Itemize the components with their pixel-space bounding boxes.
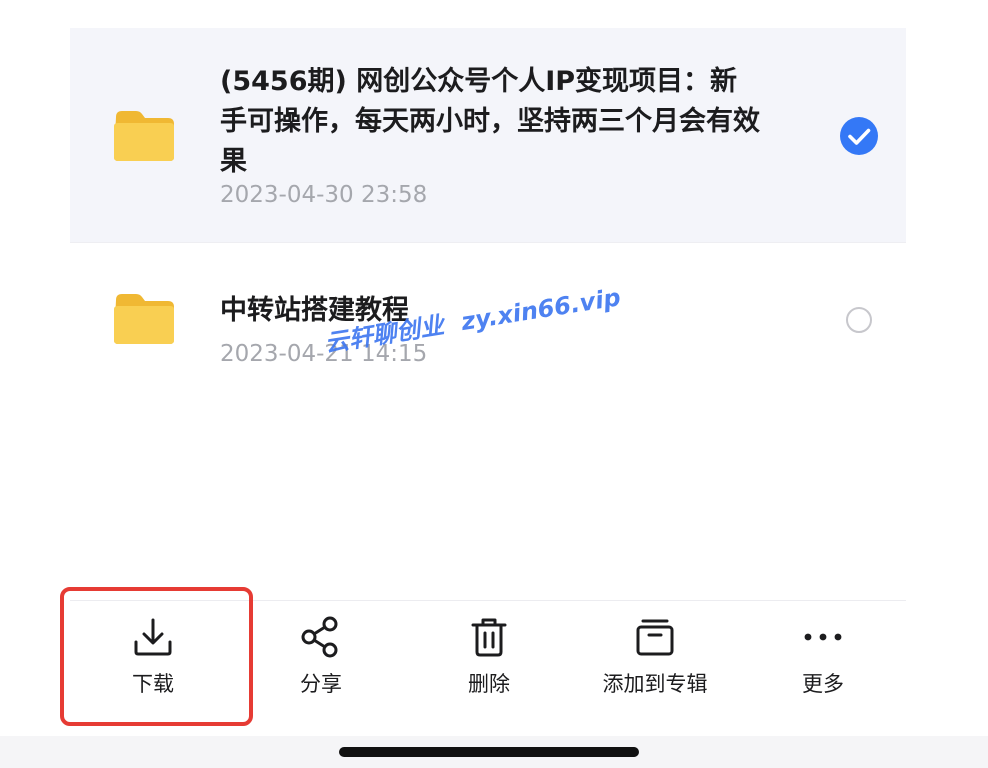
more-button[interactable]: 更多 (743, 601, 903, 721)
home-indicator[interactable] (339, 747, 639, 757)
download-label: 下载 (132, 672, 174, 696)
file-date: 2023-04-21 14:15 (220, 341, 428, 367)
file-list: (5456期) 网创公众号个人IP变现项目：新手可操作，每天两小时，坚持两三个月… (70, 28, 906, 373)
file-item[interactable]: 中转站搭建教程 2023-04-21 14:15 (70, 243, 906, 373)
screen: (5456期) 网创公众号个人IP变现项目：新手可操作，每天两小时，坚持两三个月… (0, 0, 988, 768)
bottom-toolbar: 下载 分享 删除 添加到专辑 更多 (70, 601, 906, 731)
album-icon (636, 619, 674, 656)
folder-icon (114, 294, 174, 344)
download-button[interactable]: 下载 (73, 601, 233, 721)
share-icon (301, 616, 338, 658)
add-to-album-label: 添加到专辑 (602, 672, 708, 696)
file-title: 中转站搭建教程 (220, 295, 409, 326)
empty-circle-icon[interactable] (845, 306, 873, 334)
share-button[interactable]: 分享 (241, 601, 401, 721)
trash-icon (471, 618, 507, 657)
delete-label: 删除 (468, 672, 510, 696)
checkmark-circle-icon[interactable] (839, 116, 879, 156)
file-item-selected[interactable]: (5456期) 网创公众号个人IP变现项目：新手可操作，每天两小时，坚持两三个月… (70, 28, 906, 242)
more-label: 更多 (802, 672, 844, 696)
file-date: 2023-04-30 23:58 (220, 182, 428, 208)
add-to-album-button[interactable]: 添加到专辑 (575, 601, 735, 721)
more-icon (804, 633, 842, 641)
folder-icon (114, 111, 174, 161)
share-label: 分享 (300, 672, 342, 696)
delete-button[interactable]: 删除 (409, 601, 569, 721)
download-icon (134, 618, 172, 656)
file-title: (5456期) 网创公众号个人IP变现项目：新手可操作，每天两小时，坚持两三个月… (220, 66, 760, 177)
